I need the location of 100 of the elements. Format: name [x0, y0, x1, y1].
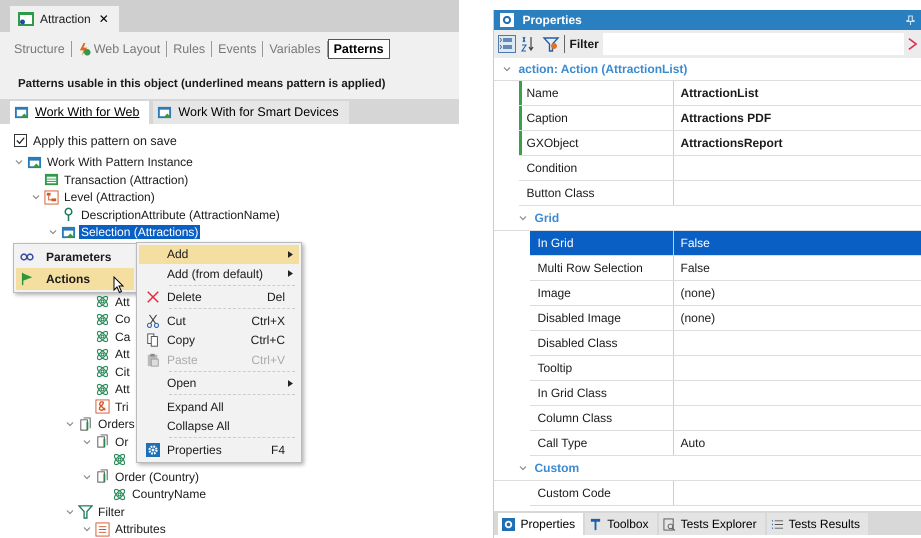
property-name[interactable]: Condition — [519, 156, 674, 180]
tree-item[interactable]: Attributes — [113, 522, 168, 536]
tab[interactable]: Structure — [8, 39, 71, 60]
panel-title: Properties — [522, 13, 583, 27]
chevron-down-icon[interactable] — [518, 213, 528, 223]
tree-item[interactable]: Work With Pattern Instance — [45, 155, 195, 170]
atom-icon — [112, 486, 127, 502]
property-name[interactable]: Multi Row Selection — [530, 256, 674, 280]
property-name[interactable]: Button Class — [519, 181, 674, 205]
categorized-icon[interactable] — [498, 35, 516, 53]
tree-item[interactable]: Order (Country) — [113, 470, 202, 484]
tab[interactable]: Variables — [263, 39, 327, 60]
atom-icon — [95, 312, 110, 327]
tab[interactable]: Patterns — [328, 39, 390, 60]
menu-item[interactable]: Properties F4 — [139, 440, 299, 460]
form-icon — [18, 10, 34, 27]
atom-icon — [95, 364, 110, 380]
menu-item[interactable]: Copy Ctrl+C — [139, 330, 299, 350]
menu-item[interactable]: Expand All — [139, 397, 299, 417]
checkmark-icon — [15, 135, 26, 146]
property-value[interactable]: AttractionList — [680, 86, 758, 100]
group-header[interactable]: action: Action (AttractionList) — [518, 62, 688, 76]
tab[interactable]: Web Layout — [72, 39, 166, 60]
pin-icon[interactable] — [906, 14, 915, 26]
tab[interactable]: Tests Results — [766, 513, 868, 535]
tab[interactable]: Toolbox — [585, 513, 657, 535]
close-button[interactable]: ✕ — [96, 12, 111, 26]
menu-item[interactable]: Actions — [16, 268, 134, 290]
property-name[interactable]: Disabled Class — [530, 331, 674, 355]
property-value[interactable]: False — [680, 261, 710, 275]
menu-item[interactable]: Cut Ctrl+X — [139, 311, 299, 331]
atom-icon — [95, 382, 110, 397]
group-header[interactable]: Grid — [534, 211, 560, 225]
clipboard-icon — [146, 352, 160, 367]
chevron-down-icon[interactable] — [518, 463, 528, 473]
menu-item[interactable]: Open — [139, 374, 299, 394]
tree-item[interactable]: Co — [113, 312, 132, 326]
property-value[interactable]: Auto — [680, 436, 706, 450]
property-name[interactable]: Tooltip — [530, 356, 674, 380]
menu-item[interactable]: Delete Del — [139, 288, 299, 308]
document-tab[interactable]: Attraction ✕ — [10, 6, 119, 32]
property-name[interactable]: GXObject — [519, 131, 674, 155]
tree-item[interactable]: Selection (Attractions) — [79, 225, 200, 240]
tab[interactable]: Events — [212, 39, 262, 60]
property-name[interactable]: Caption — [519, 106, 674, 130]
tree-item[interactable]: Att — [113, 382, 132, 396]
property-name[interactable]: Column Class — [530, 406, 674, 430]
window-icon — [14, 104, 29, 120]
property-name[interactable]: Call Type — [530, 431, 674, 455]
menu-item[interactable]: Collapse All — [139, 416, 299, 436]
property-name[interactable]: Custom Code — [530, 481, 674, 505]
group-header[interactable]: Custom — [534, 461, 580, 475]
tab[interactable]: Tests Explorer — [658, 513, 765, 535]
tree-item[interactable]: Cit — [113, 364, 132, 379]
tree-item[interactable]: Att — [113, 294, 132, 309]
tree-item[interactable]: DescriptionAttribute (AttractionName) — [79, 208, 282, 222]
property-name[interactable]: Image — [530, 281, 674, 305]
checkbox[interactable] — [14, 134, 27, 148]
tab[interactable]: Work With for Smart Devices — [153, 100, 349, 124]
property-name[interactable]: Disabled Image — [530, 306, 674, 330]
property-name[interactable]: In Grid Class — [530, 381, 674, 405]
menu-item[interactable]: Add (from default) — [139, 264, 299, 284]
tab[interactable]: Work With for Web — [10, 100, 150, 124]
document-search-icon — [662, 518, 676, 530]
tree-item[interactable]: Ca — [113, 330, 132, 344]
tree-item[interactable]: Level (Attraction) — [62, 190, 157, 204]
apply-checkbox[interactable]: Apply this pattern on save — [14, 132, 460, 150]
tree-item[interactable]: Orders — [96, 417, 137, 432]
menu-item[interactable]: Add — [139, 244, 299, 264]
property-value[interactable]: (none) — [680, 311, 716, 325]
close-icon[interactable] — [908, 37, 917, 51]
gear-icon — [146, 442, 160, 457]
tab[interactable]: Properties — [498, 513, 584, 535]
property-name[interactable]: In Grid — [530, 231, 674, 255]
documents-icon — [95, 469, 110, 484]
property-value[interactable]: False — [680, 236, 710, 250]
tree-item[interactable]: Or — [113, 434, 130, 449]
documents-icon — [78, 416, 93, 432]
property-value[interactable]: AttractionsReport — [680, 136, 782, 150]
property-name[interactable]: Name — [519, 81, 674, 105]
property-value[interactable]: Attractions PDF — [680, 111, 772, 125]
window-icon — [27, 154, 42, 170]
tree-item[interactable]: Att — [113, 347, 132, 362]
tree-item[interactable]: Filter — [96, 504, 127, 519]
scissors-icon — [146, 314, 160, 328]
flag-icon — [20, 272, 34, 286]
atom-icon — [95, 346, 110, 362]
filter-icon[interactable] — [542, 35, 560, 53]
table-icon — [44, 172, 59, 188]
chevron-down-icon[interactable] — [502, 64, 512, 74]
tree-item[interactable]: Tri — [113, 400, 131, 414]
tree-item[interactable]: CountryName — [130, 487, 208, 502]
tree-item[interactable]: Transaction (Attraction) — [62, 172, 190, 187]
tab[interactable]: Rules — [167, 39, 212, 60]
document-title: Attraction — [40, 12, 91, 26]
property-value[interactable]: (none) — [680, 286, 716, 300]
copy-icon — [146, 333, 160, 348]
atom-icon — [95, 294, 110, 310]
menu-item[interactable]: Parameters — [16, 246, 134, 268]
layout-icon — [78, 42, 91, 56]
